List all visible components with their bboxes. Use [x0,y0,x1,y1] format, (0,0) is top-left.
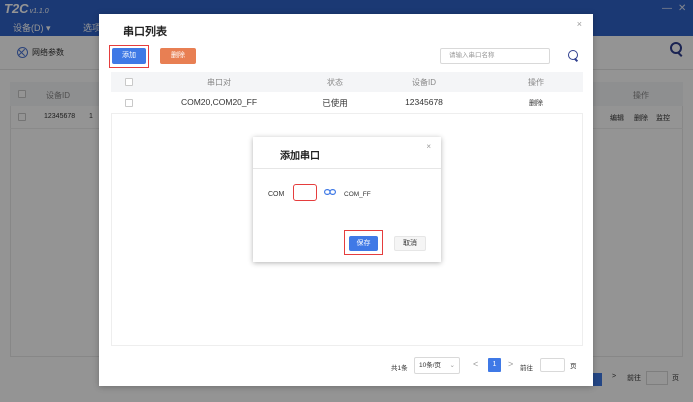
modal-title: 串口列表 [123,26,167,38]
serial-table-header: 串口对 状态 设备ID 操作 [111,72,583,92]
dialog-divider [253,168,441,169]
serial-pair-cell: COM20,COM20_FF [180,97,258,107]
column-actions: 操作 [528,78,544,87]
com-number-input[interactable] [293,184,317,201]
dropdown-chevron-icon: ⌄ [449,362,455,369]
status-cell: 已使用 [322,98,348,108]
add-serial-dialog: 添加串口 × COM COM_FF 保存 取消 [253,137,441,262]
row-delete-link[interactable]: 删除 [506,98,566,108]
row-checkbox[interactable] [125,99,133,107]
add-button-highlight [109,45,149,68]
column-serial-pair: 串口对 [207,78,231,87]
device-id-cell: 12345678 [405,97,443,107]
next-page-button[interactable]: > [508,359,513,369]
column-device-id: 设备ID [412,78,436,87]
goto-label: 前往 [520,365,533,372]
save-button-highlight [344,230,383,255]
dialog-title: 添加串口 [280,151,320,162]
select-all-checkbox[interactable] [125,78,133,86]
total-count: 共1条 [391,365,408,372]
close-icon[interactable]: × [577,19,582,29]
com-label: COM [268,191,285,198]
search-icon[interactable] [568,50,578,60]
page-size-select[interactable]: 10条/页 ⌄ [414,357,460,374]
column-status: 状态 [327,78,343,87]
delete-button[interactable]: 删除 [160,48,196,64]
current-page[interactable]: 1 [488,358,501,372]
prev-page-button[interactable]: < [473,359,478,369]
link-icon [324,189,336,195]
page-size-value: 10条/页 [419,362,442,369]
cancel-button[interactable]: 取消 [394,236,426,251]
com-ff-label: COM_FF [344,191,371,198]
goto-page-input[interactable] [540,358,565,372]
search-input[interactable]: 请输入串口名称 [440,48,550,64]
table-row: COM20,COM20_FF 已使用 12345678 删除 [111,92,583,114]
close-icon[interactable]: × [426,142,431,151]
page-suffix: 页 [570,363,577,370]
